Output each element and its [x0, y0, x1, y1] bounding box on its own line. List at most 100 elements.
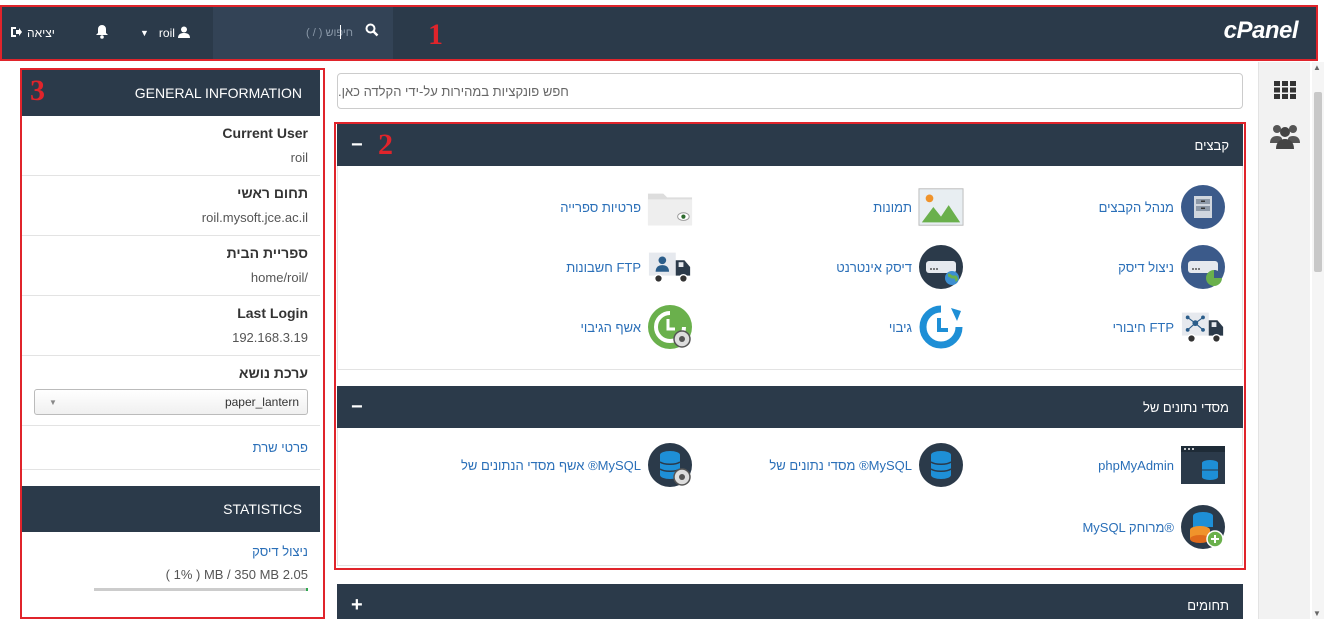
databases-group-header[interactable]: − מסדי נתונים של	[337, 386, 1243, 428]
info-label: ערכת נושא	[238, 365, 308, 381]
backup-wizard-icon	[647, 304, 693, 350]
general-info-header: GENERAL INFORMATION	[22, 70, 320, 116]
top-search-input[interactable]: חיפוש ( / )	[213, 5, 393, 61]
ftp-connections-item[interactable]: חיבורי FTP	[1113, 304, 1226, 350]
search-icon[interactable]	[365, 23, 379, 40]
backup-icon	[918, 304, 964, 350]
annotation-number: 1	[428, 18, 443, 51]
files-group-body: מנהל הקבצים תמונות פרטיות ספרייה ניצול ד…	[337, 166, 1243, 370]
info-row-primary-domain: תחום ראשי roil.mysoft.jce.ac.il	[22, 176, 320, 236]
file-manager-item[interactable]: מנהל הקבצים	[1099, 184, 1226, 230]
remote-database-icon	[1180, 504, 1226, 550]
mysql-databases-item[interactable]: מסדי נתונים של ®MySQL	[769, 442, 964, 488]
chevron-down-icon: ▼	[140, 28, 149, 38]
directory-privacy-item[interactable]: פרטיות ספרייה	[560, 184, 693, 230]
function-search-input[interactable]: חפש פונקציות במהירות על-ידי הקלדה כאן.	[337, 73, 1243, 109]
disk-usage-stat: ניצול דיסק ( 1% ) MB / 350 MB 2.05	[22, 532, 320, 591]
disk-usage-link[interactable]: ניצול דיסק	[34, 544, 308, 559]
web-disk-icon	[918, 244, 964, 290]
users-icon[interactable]	[1269, 120, 1301, 152]
username-label: roil	[158, 26, 175, 40]
item-label: MySQL מרוחק®	[1082, 519, 1174, 535]
mysql-database-wizard-item[interactable]: אשף מסדי הנתונים של ®MySQL	[461, 442, 693, 488]
info-value: roil.mysoft.jce.ac.il	[201, 210, 308, 225]
theme-select-value: paper_lantern	[224, 395, 299, 409]
backup-item[interactable]: גיבוי	[889, 304, 964, 350]
grid-icon[interactable]	[1269, 74, 1301, 106]
collapse-toggle[interactable]: −	[351, 134, 363, 157]
notifications-button[interactable]	[95, 5, 109, 61]
web-disk-item[interactable]: דיסק אינטרנט	[836, 244, 964, 290]
group-title: קבצים	[1194, 137, 1229, 153]
ftp-accounts-icon	[647, 244, 693, 290]
item-label: phpMyAdmin	[1098, 457, 1174, 473]
folder-eye-icon	[647, 184, 693, 230]
info-label: תחום ראשי	[237, 185, 308, 201]
logout-button[interactable]: יציאה	[10, 5, 55, 61]
item-label: חשבונות FTP	[566, 259, 641, 275]
disk-usage-value: ( 1% ) MB / 350 MB 2.05	[165, 567, 308, 582]
theme-select[interactable]: ▼ paper_lantern	[34, 389, 308, 415]
logout-icon	[10, 26, 22, 41]
info-value: roil	[290, 150, 308, 165]
scroll-down-arrow[interactable]: ▼	[1313, 609, 1321, 618]
images-item[interactable]: תמונות	[873, 184, 964, 230]
top-search-placeholder: חיפוש ( / )	[305, 27, 353, 39]
right-rail	[1258, 62, 1310, 619]
remote-mysql-item[interactable]: MySQL מרוחק®	[1082, 504, 1226, 550]
item-label: פרטיות ספרייה	[560, 199, 641, 215]
database-icon	[918, 442, 964, 488]
expand-toggle[interactable]: +	[351, 594, 363, 617]
item-label: תמונות	[873, 199, 912, 215]
info-row-server-info: פרטי שרת	[22, 426, 320, 470]
domains-group-header[interactable]: + תחומים	[337, 584, 1243, 619]
chevron-down-icon: ▼	[49, 398, 57, 407]
item-label: גיבוי	[888, 319, 912, 335]
item-label: מנהל הקבצים	[1098, 199, 1174, 215]
server-info-link[interactable]: פרטי שרת	[253, 440, 308, 455]
info-row-theme: ערכת נושא ▼ paper_lantern	[22, 356, 320, 426]
logout-label: יציאה	[27, 26, 55, 40]
scroll-up-arrow[interactable]: ▲	[1313, 63, 1321, 72]
disk-usage-bar	[94, 588, 308, 591]
files-group: − קבצים מנהל הקבצים תמונות פרטיות ספרייה	[337, 124, 1243, 370]
file-manager-icon	[1180, 184, 1226, 230]
info-row-last-login: Last Login 192.168.3.19	[22, 296, 320, 356]
top-bar-background: יציאה ▼ roil חיפוש ( / ) cPanel	[0, 5, 1316, 61]
user-icon	[177, 26, 190, 41]
page-scrollbar[interactable]: ▲ ▼	[1312, 62, 1324, 619]
phpmyadmin-item[interactable]: phpMyAdmin	[1098, 442, 1226, 488]
item-label: אשף הגיבוי	[580, 319, 642, 335]
info-label: Last Login	[237, 305, 308, 321]
database-wizard-icon	[647, 442, 693, 488]
item-label: מסדי נתונים של ®MySQL	[769, 457, 912, 473]
ftp-connections-icon	[1180, 304, 1226, 350]
side-panel: GENERAL INFORMATION Current User roil תח…	[22, 70, 324, 619]
cpanel-logo[interactable]: cPanel	[1224, 17, 1299, 45]
statistics-header: STATISTICS	[22, 486, 320, 532]
item-label: חיבורי FTP	[1112, 319, 1174, 335]
function-search-placeholder: חפש פונקציות במהירות על-ידי הקלדה כאן.	[338, 83, 569, 99]
text-cursor	[340, 25, 341, 39]
info-label: Current User	[222, 125, 308, 141]
disk-usage-item[interactable]: ניצול דיסק	[1118, 244, 1226, 290]
scrollbar-thumb[interactable]	[1314, 92, 1322, 272]
ftp-accounts-item[interactable]: חשבונות FTP	[566, 244, 693, 290]
databases-group: − מסדי נתונים של phpMyAdmin מסדי נתונים …	[337, 386, 1243, 566]
user-menu[interactable]: ▼ roil	[140, 5, 190, 61]
item-label: דיסק אינטרנט	[836, 259, 912, 275]
item-label: אשף מסדי הנתונים של ®MySQL	[461, 457, 641, 473]
phpmyadmin-icon	[1180, 442, 1226, 488]
backup-wizard-item[interactable]: אשף הגיבוי	[581, 304, 694, 350]
info-row-current-user: Current User roil	[22, 116, 320, 176]
group-title: מסדי נתונים של	[1142, 399, 1229, 415]
annotation-number: 3	[30, 74, 45, 107]
disk-usage-icon	[1180, 244, 1226, 290]
domains-group: + תחומים	[337, 584, 1243, 619]
collapse-toggle[interactable]: −	[351, 396, 363, 419]
bell-icon	[95, 24, 109, 42]
files-group-header[interactable]: − קבצים	[337, 124, 1243, 166]
group-title: תחומים	[1187, 597, 1229, 613]
info-label: ספריית הבית	[226, 245, 308, 261]
databases-group-body: phpMyAdmin מסדי נתונים של ®MySQL אשף מסד…	[337, 428, 1243, 566]
